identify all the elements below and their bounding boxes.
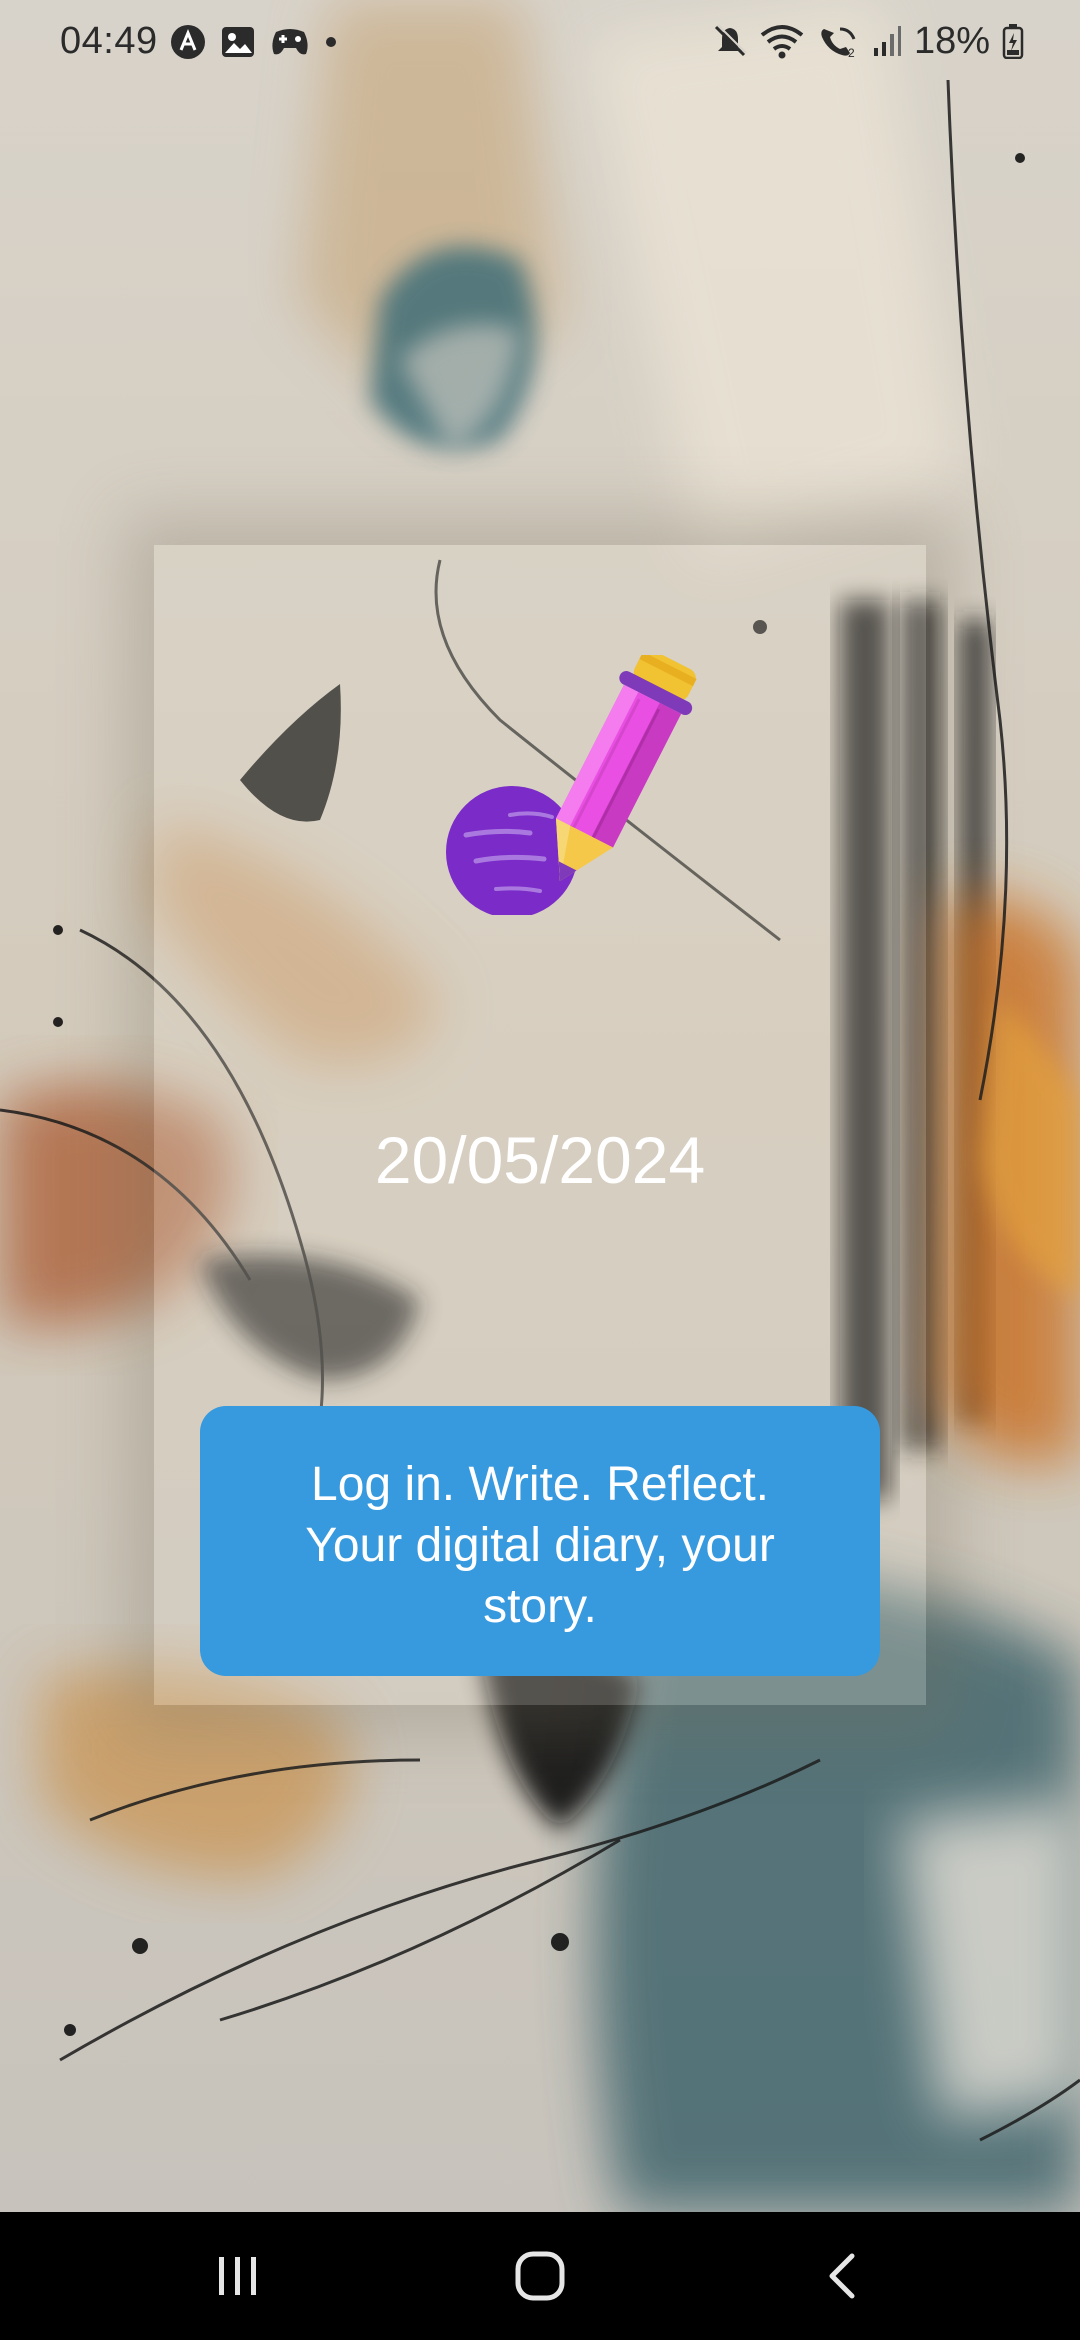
back-button[interactable]	[772, 2212, 912, 2340]
status-time: 04:49	[60, 20, 158, 62]
app-screen: 04:49 2 18% 20/05/2024 Log in. Write. Re…	[0, 0, 1080, 2340]
home-button[interactable]	[470, 2212, 610, 2340]
signal-icon	[873, 26, 901, 56]
svg-text:2: 2	[848, 46, 855, 59]
system-navigation-bar	[0, 2212, 1080, 2340]
login-cta-label: Log in. Write. Reflect. Your digital dia…	[305, 1458, 775, 1633]
battery-percent: 18%	[913, 20, 990, 62]
app-notification-icon	[171, 25, 205, 59]
home-icon	[515, 2251, 565, 2301]
recent-apps-button[interactable]	[168, 2212, 308, 2340]
current-date: 20/05/2024	[374, 1123, 706, 1197]
gallery-icon	[222, 27, 254, 57]
battery-icon	[1002, 24, 1024, 59]
login-cta-button[interactable]: Log in. Write. Reflect. Your digital dia…	[200, 1406, 880, 1676]
wifi-icon	[760, 25, 804, 59]
game-controller-icon	[272, 29, 308, 55]
recent-apps-icon	[219, 2257, 256, 2295]
mute-icon	[714, 24, 747, 57]
more-dot-icon	[326, 37, 336, 47]
status-notification-icons	[170, 20, 338, 64]
diary-illustration	[446, 655, 697, 915]
wifi-calling-icon: 2	[821, 27, 856, 59]
back-icon	[829, 2253, 855, 2299]
status-bar: 04:49 2 18%	[0, 0, 1080, 84]
status-system-icons: 2 18%	[712, 18, 1024, 64]
